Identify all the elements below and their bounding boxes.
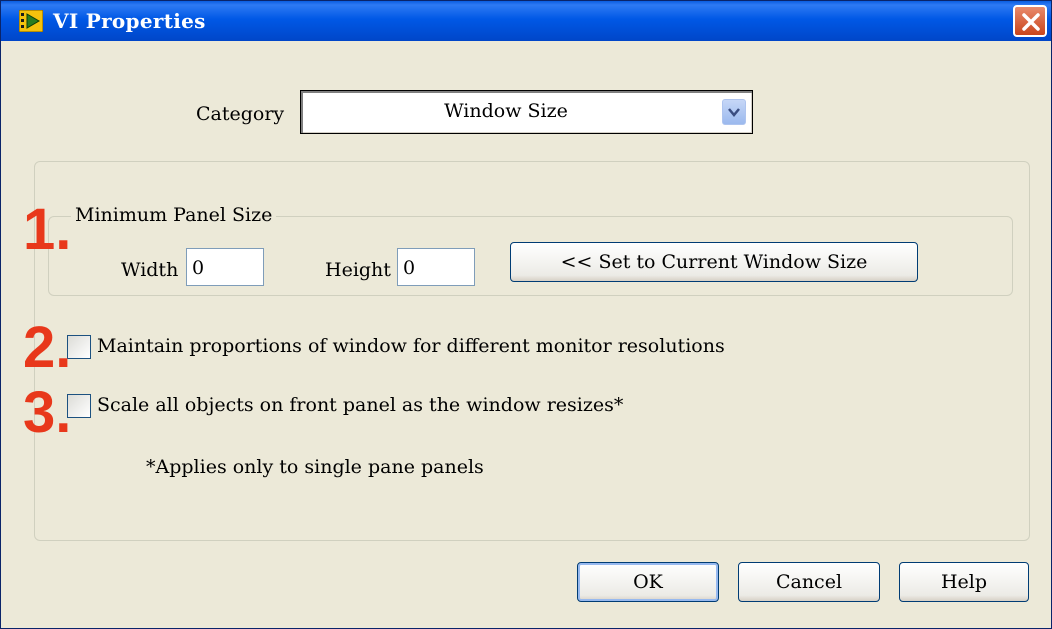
cancel-button[interactable]: Cancel xyxy=(738,562,880,602)
help-button[interactable]: Help xyxy=(899,562,1029,602)
height-label: Height xyxy=(325,259,391,281)
annotation-number-3: 3. xyxy=(23,380,72,445)
vi-properties-dialog: VI Properties Category Window Size Minim… xyxy=(0,0,1052,629)
width-label: Width xyxy=(121,259,179,281)
annotation-number-1: 1. xyxy=(23,197,72,262)
maintain-proportions-label: Maintain proportions of window for diffe… xyxy=(97,335,725,357)
close-icon xyxy=(1022,13,1040,31)
category-selected-value: Window Size xyxy=(444,100,568,122)
window-title: VI Properties xyxy=(53,9,206,33)
category-label: Category xyxy=(196,103,285,125)
chevron-down-icon xyxy=(728,108,740,117)
width-input[interactable]: 0 xyxy=(186,248,264,286)
ok-button[interactable]: OK xyxy=(577,562,719,602)
height-input[interactable]: 0 xyxy=(397,248,475,286)
annotation-number-2: 2. xyxy=(23,315,72,380)
close-button[interactable] xyxy=(1013,5,1047,37)
title-bar[interactable]: VI Properties xyxy=(1,1,1051,41)
labview-vi-icon xyxy=(19,10,43,32)
minimum-panel-size-legend: Minimum Panel Size xyxy=(71,204,277,226)
set-to-current-window-size-button[interactable]: << Set to Current Window Size xyxy=(510,242,918,282)
category-select[interactable]: Window Size xyxy=(300,90,753,134)
dropdown-button[interactable] xyxy=(722,99,746,125)
footnote-text: *Applies only to single pane panels xyxy=(146,456,484,478)
scale-objects-label: Scale all objects on front panel as the … xyxy=(97,394,624,416)
